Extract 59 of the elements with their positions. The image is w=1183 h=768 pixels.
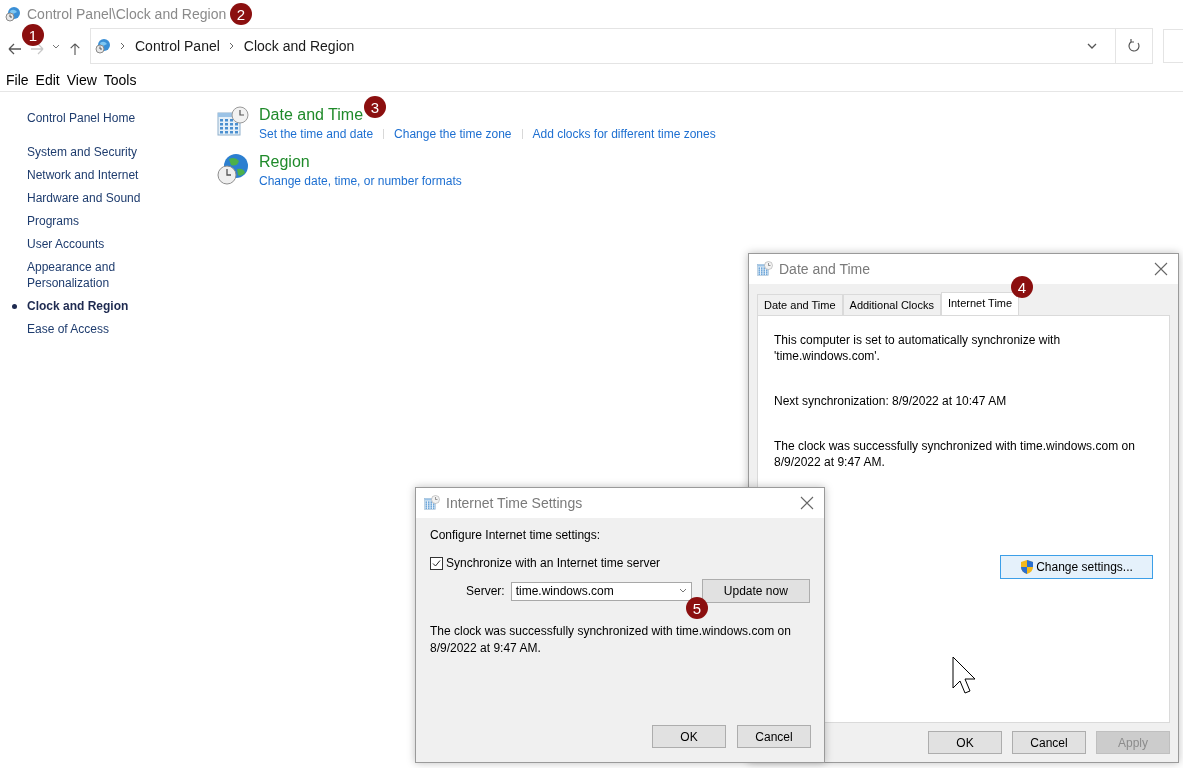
chevron-icon[interactable]	[227, 42, 236, 50]
category-title[interactable]: Date and Time	[259, 106, 364, 124]
step-badge: 3	[364, 96, 386, 118]
update-now-button[interactable]: Update now	[701, 579, 810, 603]
checkbox[interactable]	[430, 556, 443, 570]
server-combo-box[interactable]: time.windows.com	[510, 581, 692, 601]
step-badge: 2	[230, 3, 252, 25]
info-text: Next synchronization: 8/9/2022 at 10:47 AM	[774, 393, 1008, 409]
menu-item[interactable]: View	[66, 72, 97, 88]
sidebar-link[interactable]: Control Panel Home	[27, 111, 136, 125]
window-title: Control Panel\Clock and Region	[27, 6, 227, 22]
instruction-text: Configure Internet time settings:	[430, 528, 602, 542]
calendar-clock-icon	[217, 106, 249, 138]
sidebar-item[interactable]: User Accounts	[10, 236, 172, 252]
close-icon[interactable]	[800, 496, 814, 510]
sidebar-item[interactable]: Clock and Region	[10, 298, 172, 314]
search-field[interactable]	[1163, 29, 1183, 63]
breadcrumb[interactable]: Clock and Region	[243, 38, 355, 54]
close-icon[interactable]	[1154, 262, 1168, 276]
globe-clock-icon	[217, 153, 249, 185]
back-icon[interactable]	[6, 43, 24, 55]
sidebar-item[interactable]: Network and Internet	[10, 167, 172, 183]
step-badge: 1	[22, 24, 44, 46]
dialog-button[interactable]: Cancel	[1012, 731, 1086, 754]
calendar-clock-icon	[757, 261, 773, 277]
control-panel-icon	[5, 6, 21, 22]
mouse-pointer-icon	[952, 656, 978, 696]
task-link[interactable]: Change date, time, or number formats	[259, 174, 462, 188]
status-text: The clock was successfully synchronized with time.windows.com on 8/9/2022 at 9:47 AM.	[430, 623, 792, 657]
menu-item[interactable]: Edit	[35, 72, 60, 88]
tab[interactable]: Internet Time	[940, 292, 1020, 315]
sidebar-item[interactable]: Appearance and Personalization	[10, 259, 172, 291]
dialog-button[interactable]: Cancel	[737, 725, 811, 748]
sidebar-item[interactable]: Hardware and Sound	[10, 190, 172, 206]
calendar-clock-icon	[424, 495, 440, 511]
task-link[interactable]: Set the time and date	[259, 127, 374, 141]
menu-item[interactable]: File	[6, 72, 29, 88]
dialog-button[interactable]: OK	[928, 731, 1002, 754]
sync-checkbox[interactable]: Synchronize with an Internet time server	[430, 556, 810, 570]
sidebar-item[interactable]: Programs	[10, 213, 172, 229]
sidebar-item[interactable]: Ease of Access	[10, 321, 172, 337]
task-link[interactable]: Change the time zone	[394, 127, 512, 141]
category-title[interactable]: Region	[259, 153, 310, 171]
info-text: The clock was successfully synchronized with time.windows.com on 8/9/2022 at 9:47 AM.	[774, 438, 1136, 470]
dialog-title: Date and Time	[779, 261, 872, 277]
field-label: Server:	[466, 584, 505, 598]
task-link[interactable]: Add clocks for different time zones	[532, 127, 716, 141]
shield-icon	[1020, 559, 1035, 575]
menu-item[interactable]: Tools	[103, 72, 137, 88]
tab[interactable]: Date and Time	[757, 294, 843, 315]
breadcrumb[interactable]: Control Panel	[135, 38, 220, 54]
change-settings-button[interactable]: Change settings...	[1000, 555, 1153, 579]
sidebar-item[interactable]: System and Security	[10, 144, 172, 160]
control-panel-icon	[95, 38, 111, 54]
chevron-icon[interactable]	[119, 42, 127, 50]
dialog-button[interactable]: OK	[652, 725, 726, 748]
dialog-title: Internet Time Settings	[446, 495, 584, 511]
tab[interactable]: Additional Clocks	[842, 294, 941, 315]
info-text: This computer is set to automatically synchronize with 'time.windows.com'.	[774, 332, 1062, 364]
